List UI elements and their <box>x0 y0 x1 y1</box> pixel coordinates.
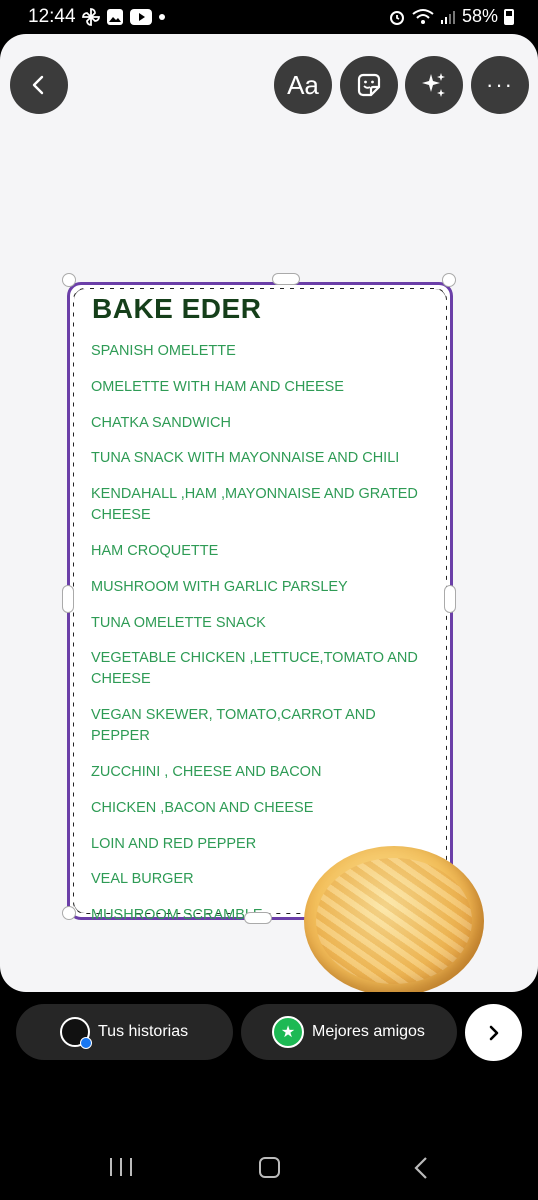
status-bar: 12:44 58% <box>0 0 538 34</box>
recent-apps-icon[interactable] <box>110 1158 132 1176</box>
text-tool-button[interactable]: Aa <box>274 56 332 114</box>
dot-icon <box>159 14 165 20</box>
sticker-button[interactable] <box>340 56 398 114</box>
menu-item: SPANISH OMELETTE <box>91 343 236 359</box>
your-stories-button[interactable]: Tus historias <box>16 1004 233 1060</box>
story-canvas[interactable]: Aa ··· BAKE EDER SPANISH OMELETTE OMELET… <box>0 34 538 992</box>
pinwheel-icon <box>82 8 100 26</box>
sparkles-icon <box>422 73 445 97</box>
close-friends-label: Mejores amigos <box>312 1023 425 1040</box>
signal-icon <box>440 10 455 24</box>
next-button[interactable] <box>465 1004 522 1061</box>
battery-percent: 58% <box>461 6 498 26</box>
menu-item: TUNA OMELETTE SNACK <box>91 614 266 631</box>
more-icon: ··· <box>486 72 514 97</box>
your-stories-label: Tus historias <box>98 1023 189 1040</box>
gallery-icon <box>107 9 123 25</box>
status-time: 12:44 <box>28 6 76 27</box>
resize-handle-top-left[interactable] <box>62 273 76 287</box>
menu-item: VEGAN SKEWER, TOMATO,CARROT AND PEPPER <box>91 707 376 745</box>
menu-card[interactable]: BAKE EDER SPANISH OMELETTE OMELETTE WITH… <box>67 282 453 923</box>
back-icon[interactable] <box>413 1156 429 1180</box>
close-friends-button[interactable]: ★ Mejores amigos <box>241 1004 457 1060</box>
wifi-icon <box>412 8 434 24</box>
text-icon: Aa <box>287 69 319 100</box>
menu-item: MUSHROOM WITH GARLIC PARSLEY <box>91 578 348 595</box>
battery-icon <box>504 8 514 25</box>
menu-item: HAM CROQUETTE <box>91 542 219 559</box>
menu-item: CHICKEN ,BACON AND CHEESE <box>91 799 314 816</box>
effects-button[interactable] <box>405 56 463 114</box>
avatar <box>60 1017 92 1049</box>
menu-item: TUNA SNACK WITH MAYONNAISE AND CHILI <box>91 450 400 467</box>
youtube-icon <box>130 9 152 25</box>
menu-item: KENDAHALL ,HAM ,MAYONNAISE AND GRATED CH… <box>91 486 418 524</box>
omelette-image[interactable] <box>304 846 484 992</box>
menu-item: OMELETTE WITH HAM AND CHEESE <box>91 378 344 395</box>
system-icons: 58% <box>388 6 514 27</box>
resize-handle-bottom[interactable] <box>244 912 272 924</box>
more-options-button[interactable]: ··· <box>471 56 529 114</box>
home-icon[interactable] <box>259 1157 280 1178</box>
resize-handle-right[interactable] <box>444 585 456 613</box>
menu-title: BAKE EDER <box>92 293 262 324</box>
menu-item: VEGETABLE CHICKEN ,LETTUCE,TOMATO AND CH… <box>91 650 418 688</box>
notification-icons <box>82 8 166 26</box>
alarm-icon <box>389 10 404 25</box>
resize-handle-top-right[interactable] <box>442 273 456 287</box>
menu-item: CHATKA SANDWICH <box>91 414 231 431</box>
resize-handle-left[interactable] <box>62 585 74 613</box>
sticker-icon <box>357 73 381 97</box>
menu-item: ZUCCHINI , CHEESE AND BACON <box>91 763 322 780</box>
resize-handle-top[interactable] <box>272 273 300 285</box>
chevron-right-icon <box>489 1025 498 1040</box>
star-icon: ★ <box>272 1016 304 1048</box>
resize-handle-bottom-left[interactable] <box>62 906 76 920</box>
back-chevron-icon <box>32 75 44 95</box>
back-button[interactable] <box>10 56 68 114</box>
facebook-badge-icon <box>80 1037 92 1049</box>
